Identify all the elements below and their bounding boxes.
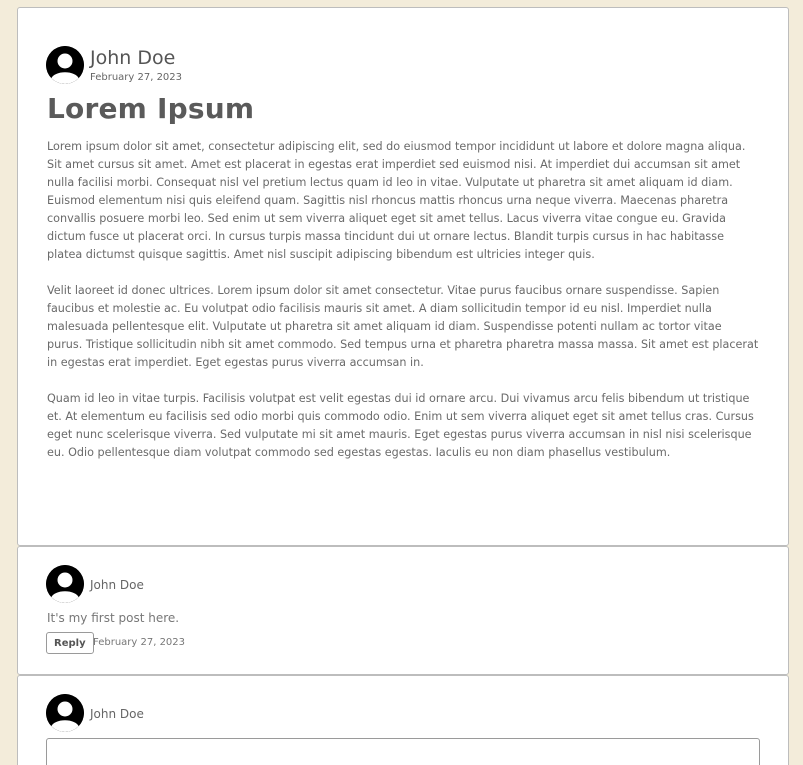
- post-author-name[interactable]: John Doe: [90, 47, 175, 69]
- avatar-user-icon: [46, 565, 84, 603]
- comment-text: It's my first post here.: [47, 611, 180, 625]
- reply-button[interactable]: Reply: [46, 632, 94, 654]
- comment-composer-card: John Doe: [17, 675, 789, 765]
- post-paragraph: Quam id leo in vitae turpis. Facilisis v…: [47, 392, 754, 459]
- post-date: February 27, 2023: [90, 72, 183, 83]
- post-card: John Doe February 27, 2023 Lorem Ipsum L…: [17, 7, 789, 546]
- blog-post-page: John Doe February 27, 2023 Lorem Ipsum L…: [0, 0, 803, 765]
- comment-author-name[interactable]: John Doe: [90, 578, 144, 592]
- avatar-user-icon: [46, 694, 84, 732]
- comment-card: John Doe It's my first post here. Reply …: [17, 546, 789, 675]
- post-body: Lorem ipsum dolor sit amet, consectetur …: [47, 138, 760, 480]
- composer-author-name[interactable]: John Doe: [90, 707, 144, 721]
- post-title: Lorem Ipsum: [47, 92, 255, 125]
- comment-input[interactable]: [46, 738, 760, 765]
- comment-date: February 27, 2023: [93, 637, 186, 648]
- avatar-user-icon: [46, 46, 84, 84]
- post-paragraph: Velit laoreet id donec ultrices. Lorem i…: [47, 284, 759, 369]
- post-paragraph: Lorem ipsum dolor sit amet, consectetur …: [47, 140, 746, 261]
